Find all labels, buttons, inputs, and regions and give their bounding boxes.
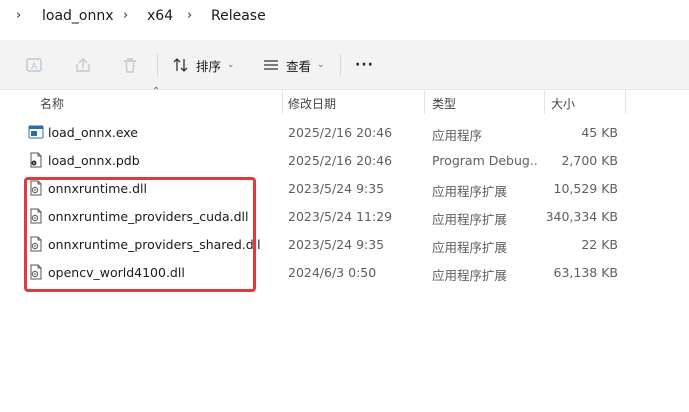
breadcrumb-item-release[interactable]: Release	[211, 8, 266, 24]
dll-icon	[30, 180, 42, 196]
share-button[interactable]	[73, 52, 93, 78]
file-modified: 2023/5/24 9:35	[288, 181, 385, 196]
toolbar-divider	[157, 54, 158, 76]
address-bar[interactable]: › load_onnx › x64 › Release	[0, 0, 689, 36]
file-name: load_onnx.pdb	[48, 153, 140, 168]
file-modified: 2023/5/24 11:29	[288, 209, 393, 224]
file-size: 340,334 KB	[545, 209, 618, 224]
toolbar-divider	[340, 54, 341, 76]
column-header-modified[interactable]: 修改日期	[288, 95, 336, 112]
sort-icon	[173, 58, 188, 72]
rename-icon: A	[26, 58, 42, 72]
table-row[interactable]: load_onnx.pdb 2025/2/16 20:46 Program De…	[20, 146, 630, 174]
column-header-size[interactable]: 大小	[551, 95, 575, 112]
dll-icon	[30, 236, 42, 252]
dll-icon	[30, 264, 42, 280]
share-icon	[76, 58, 90, 72]
pdb-icon	[30, 152, 42, 168]
file-name: onnxruntime.dll	[48, 181, 147, 196]
file-size: 2,700 KB	[561, 153, 618, 168]
view-label: 查看	[286, 58, 312, 74]
column-resize-handle[interactable]	[424, 90, 425, 114]
file-modified: 2025/2/16 20:46	[288, 125, 393, 140]
column-resize-handle[interactable]	[625, 90, 626, 114]
view-button[interactable]: 查看 ⌄	[262, 52, 325, 78]
table-row[interactable]: onnxruntime_providers_shared.dll 2023/5/…	[20, 230, 630, 258]
file-modified: 2025/2/16 20:46	[288, 153, 393, 168]
column-header-name[interactable]: 名称	[40, 95, 64, 112]
file-type: 应用程序扩展	[432, 212, 508, 227]
file-size: 22 KB	[581, 237, 618, 252]
sort-ascending-icon: ⌃	[152, 86, 161, 97]
column-resize-handle[interactable]	[282, 90, 283, 114]
file-name: onnxruntime_providers_cuda.dll	[48, 209, 249, 224]
sort-label: 排序	[196, 58, 222, 74]
file-size: 45 KB	[581, 125, 618, 140]
breadcrumb-item-load-onnx[interactable]: load_onnx	[42, 8, 114, 24]
file-type: 应用程序	[432, 128, 483, 143]
file-size: 10,529 KB	[553, 181, 618, 196]
chevron-down-icon: ⌄	[317, 60, 325, 70]
breadcrumb-chevron-icon[interactable]: ›	[123, 8, 128, 23]
file-type: 应用程序扩展	[432, 240, 508, 255]
breadcrumb-chevron-icon[interactable]: ›	[187, 8, 192, 23]
more-icon: ···	[355, 57, 374, 73]
table-row[interactable]: onnxruntime.dll 2023/5/24 9:35 应用程序扩展 10…	[20, 174, 630, 202]
sort-button[interactable]: 排序 ⌄	[172, 52, 235, 78]
file-name: load_onnx.exe	[48, 125, 139, 140]
file-name: opencv_world4100.dll	[48, 265, 185, 280]
more-options-button[interactable]: ···	[355, 52, 374, 78]
svg-text:A: A	[31, 62, 38, 72]
column-header-row: ⌃ 名称 修改日期 类型 大小	[0, 86, 689, 114]
file-type: Program Debug...	[432, 153, 538, 168]
trash-icon	[124, 58, 136, 73]
table-row[interactable]: load_onnx.exe 2025/2/16 20:46 应用程序 45 KB	[20, 118, 630, 146]
view-list-icon	[264, 60, 278, 70]
file-size: 63,138 KB	[553, 265, 618, 280]
column-resize-handle[interactable]	[544, 90, 545, 114]
column-header-type[interactable]: 类型	[432, 95, 456, 112]
file-type: 应用程序扩展	[432, 184, 508, 199]
file-name: onnxruntime_providers_shared.dll	[48, 237, 261, 252]
rename-button[interactable]: A	[24, 52, 44, 78]
file-modified: 2024/6/3 0:50	[288, 265, 377, 280]
breadcrumb-chevron-icon[interactable]: ›	[16, 8, 21, 23]
delete-button[interactable]	[120, 52, 140, 78]
exe-icon	[28, 125, 44, 139]
command-bar: A 排序 ⌄ 查看 ⌄ ···	[0, 40, 689, 90]
dll-icon	[30, 208, 42, 224]
file-type: 应用程序扩展	[432, 268, 508, 283]
table-row[interactable]: onnxruntime_providers_cuda.dll 2023/5/24…	[20, 202, 630, 230]
breadcrumb-item-x64[interactable]: x64	[147, 8, 173, 24]
chevron-down-icon: ⌄	[227, 60, 235, 70]
file-modified: 2023/5/24 9:35	[288, 237, 385, 252]
table-row[interactable]: opencv_world4100.dll 2024/6/3 0:50 应用程序扩…	[20, 258, 630, 286]
